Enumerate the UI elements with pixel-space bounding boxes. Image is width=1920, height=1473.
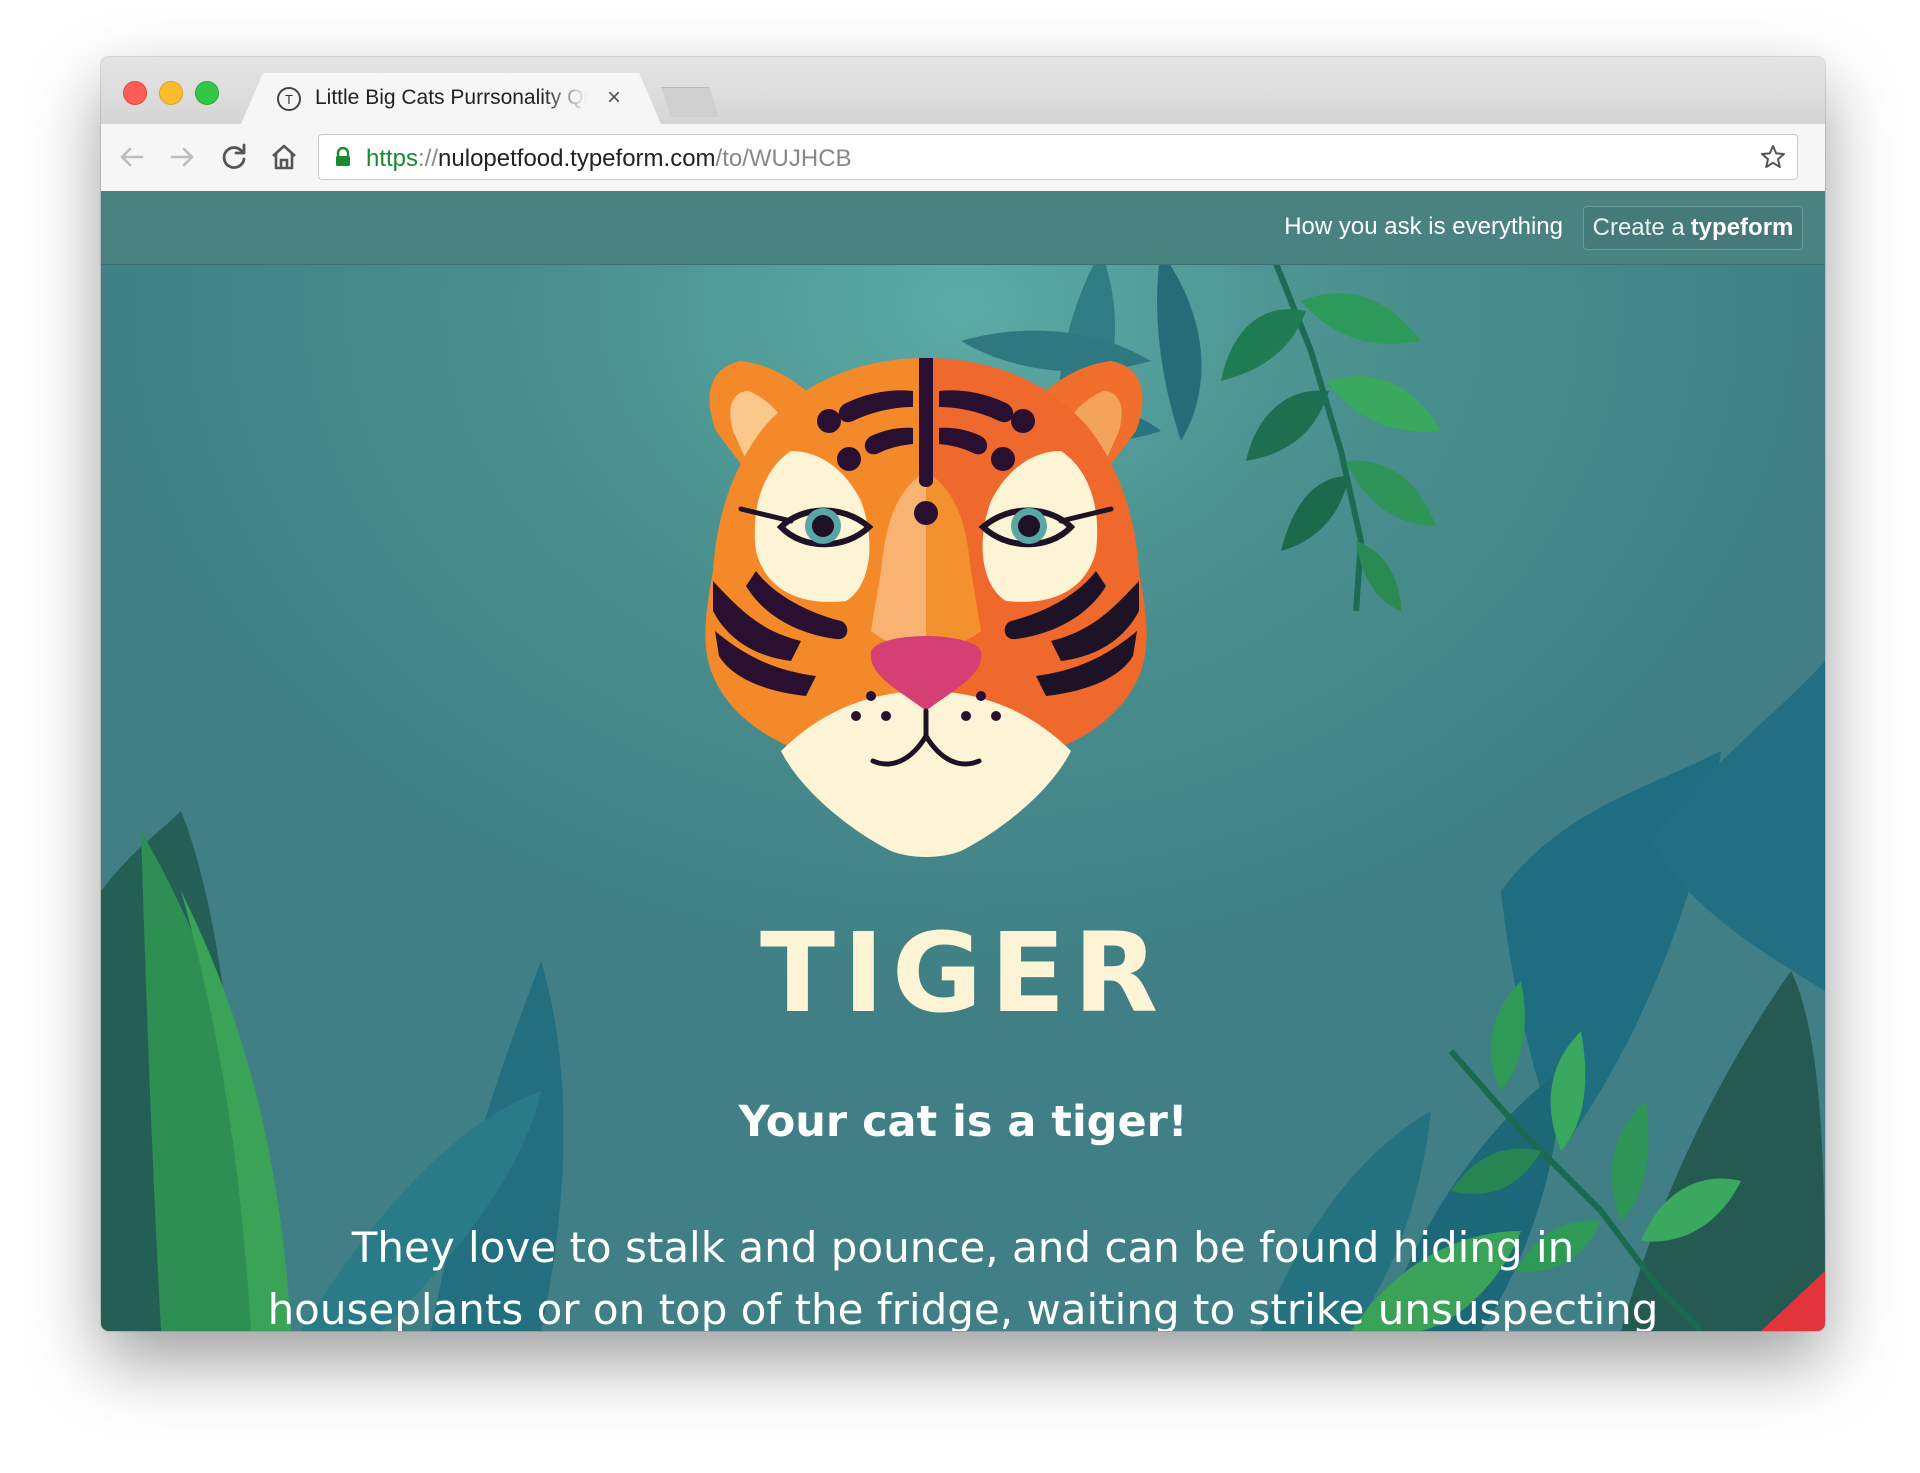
browser-tab[interactable]: T Little Big Cats Purrsonality Quiz ×	[241, 73, 661, 124]
favicon-icon: T	[277, 87, 301, 111]
close-window-button[interactable]	[123, 81, 147, 105]
create-button-prefix: Create a	[1592, 214, 1685, 241]
tagline-text: How you ask is everything	[1284, 213, 1563, 240]
reload-icon[interactable]	[217, 140, 251, 174]
result-subtitle: Your cat is a tiger!	[738, 1097, 1188, 1147]
url-host: nulopetfood.typeform.com	[438, 145, 716, 172]
bookmark-star-icon[interactable]	[1759, 143, 1787, 171]
result-description: They love to stalk and pounce, and can b…	[267, 1223, 1659, 1331]
forward-arrow-icon[interactable]	[165, 140, 199, 174]
minimize-window-button[interactable]	[159, 81, 183, 105]
new-tab-button[interactable]	[661, 87, 719, 117]
home-icon[interactable]	[267, 140, 301, 174]
tiger-face-illustration	[705, 358, 1147, 857]
browser-toolbar: https://nulopetfood.typeform.com/to/WUJH…	[101, 124, 1825, 192]
address-bar[interactable]: https://nulopetfood.typeform.com/to/WUJH…	[318, 134, 1798, 180]
create-typeform-button[interactable]: Create a typeform	[1583, 206, 1803, 250]
url-protocol: https	[366, 145, 419, 172]
maximize-window-button[interactable]	[195, 81, 219, 105]
typeform-header-bar: How you ask is everything Create a typef…	[101, 191, 1825, 265]
url-text: https://nulopetfood.typeform.com/to/WUJH…	[366, 145, 852, 173]
browser-window: T Little Big Cats Purrsonality Quiz × ht…	[101, 57, 1825, 1331]
title-bar: T Little Big Cats Purrsonality Quiz ×	[101, 57, 1825, 124]
tab-title: Little Big Cats Purrsonality Quiz	[315, 86, 587, 109]
jungle-scene-illustration	[101, 249, 1825, 1331]
tab-close-icon[interactable]: ×	[601, 83, 627, 113]
result-title: TIGER	[759, 909, 1167, 1037]
back-arrow-icon[interactable]	[115, 140, 149, 174]
url-path: /to/WUJHCB	[715, 145, 852, 172]
url-separator: ://	[418, 145, 439, 172]
create-button-brand: typeform	[1690, 214, 1794, 241]
lock-icon	[336, 147, 350, 166]
page-content: How you ask is everything Create a typef…	[101, 191, 1825, 1331]
